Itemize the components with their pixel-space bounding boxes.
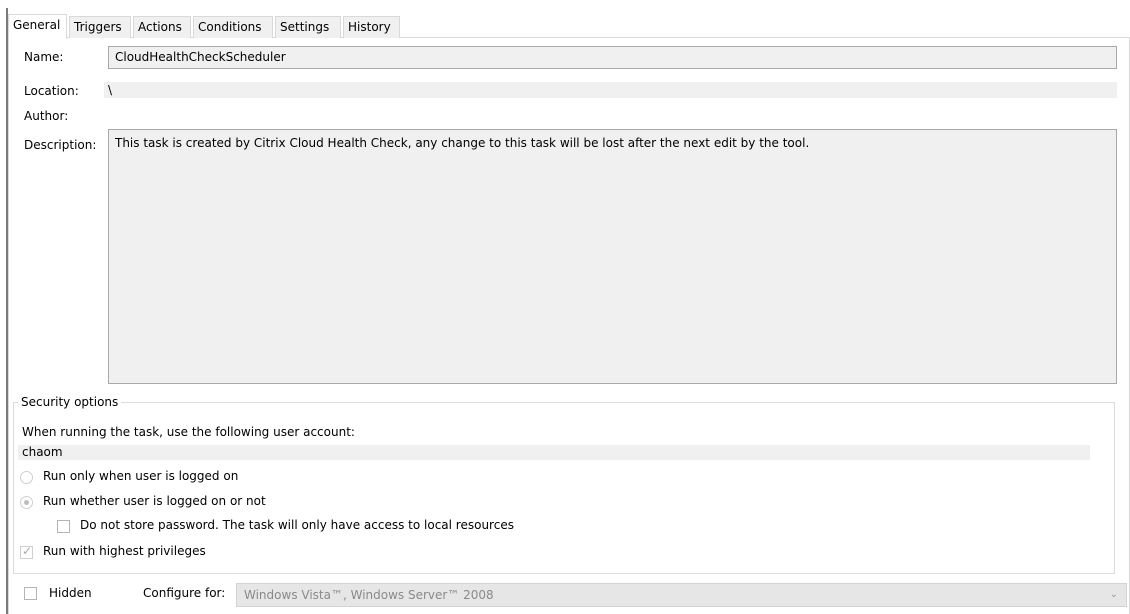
- hidden-label: Hidden: [49, 586, 92, 600]
- check-icon: ✓: [22, 544, 33, 558]
- user-account-field: chaom: [18, 445, 1090, 460]
- highest-privileges-checkbox[interactable]: ✓: [20, 544, 33, 559]
- location-label: Location:: [24, 84, 79, 98]
- tab-label: Triggers: [74, 20, 122, 34]
- author-label: Author:: [24, 109, 69, 123]
- name-field[interactable]: CloudHealthCheckScheduler: [108, 46, 1117, 69]
- no-store-password-checkbox[interactable]: [57, 520, 70, 533]
- configure-for-value: Windows Vista™, Windows Server™ 2008: [244, 588, 494, 602]
- tab-history[interactable]: History: [343, 16, 400, 38]
- radio-run-logged-on-label: Run only when user is logged on: [43, 469, 239, 483]
- radio-run-whether[interactable]: [20, 496, 33, 509]
- configure-for-label: Configure for:: [143, 586, 226, 600]
- radio-run-logged-on[interactable]: [20, 471, 33, 484]
- tab-actions[interactable]: Actions: [133, 16, 191, 38]
- location-value: \: [104, 82, 1117, 98]
- description-field[interactable]: This task is created by Citrix Cloud Hea…: [108, 129, 1117, 384]
- security-options-title: Security options: [18, 395, 122, 409]
- tab-label: Conditions: [198, 20, 262, 34]
- tab-settings[interactable]: Settings: [275, 16, 341, 38]
- tab-triggers[interactable]: Triggers: [69, 16, 131, 38]
- tab-label: General: [13, 18, 61, 32]
- tab-label: History: [348, 20, 391, 34]
- hidden-checkbox[interactable]: [24, 587, 37, 600]
- description-label: Description:: [24, 138, 97, 152]
- tab-general[interactable]: General: [8, 14, 67, 39]
- highest-privileges-label: Run with highest privileges: [43, 544, 206, 558]
- tab-label: Settings: [280, 20, 330, 34]
- radio-run-whether-label: Run whether user is logged on or not: [43, 494, 266, 508]
- no-store-password-label: Do not store password. The task will onl…: [80, 518, 514, 532]
- chevron-down-icon: ⌄: [1109, 589, 1118, 600]
- tab-conditions[interactable]: Conditions: [193, 16, 273, 38]
- tab-strip: General Triggers Actions Conditions Sett…: [8, 14, 1130, 39]
- tab-label: Actions: [138, 20, 182, 34]
- account-prompt: When running the task, use the following…: [22, 425, 355, 439]
- name-label: Name:: [24, 50, 64, 64]
- configure-for-dropdown[interactable]: Windows Vista™, Windows Server™ 2008 ⌄: [236, 583, 1127, 607]
